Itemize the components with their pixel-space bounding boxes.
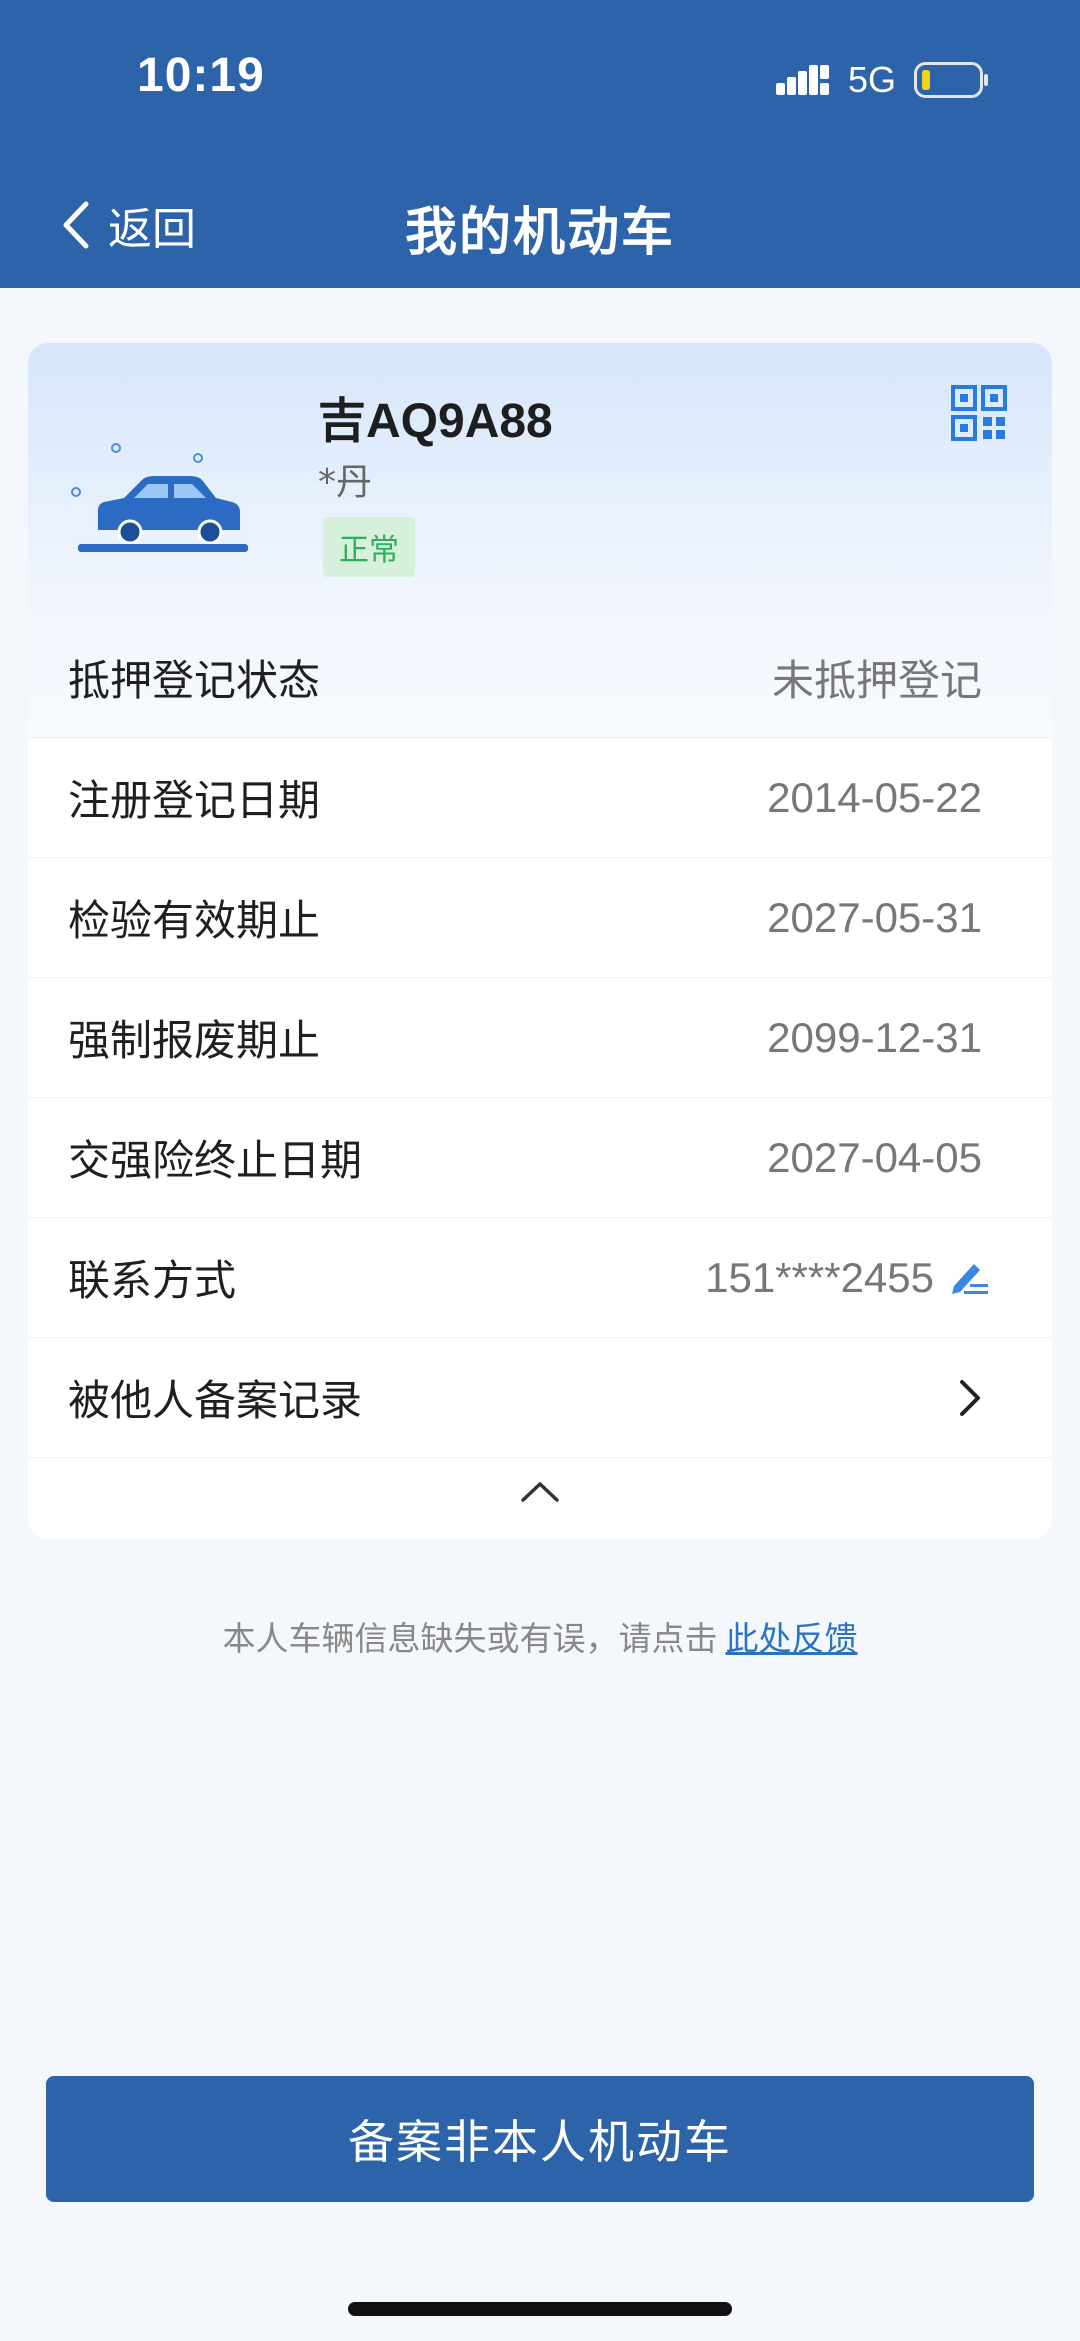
info-row-contact[interactable]: 联系方式 151****2455 [28,1218,1052,1338]
row-label: 检验有效期止 [68,896,321,945]
chevron-up-icon [521,1482,559,1502]
row-label: 交强险终止日期 [68,1136,363,1185]
chevron-right-icon [960,1379,980,1416]
info-row-scrap-deadline: 强制报废期止 2099-12-31 [28,978,1052,1098]
back-label: 返回 [108,204,196,255]
info-row-insurance-end: 交强险终止日期 2027-04-05 [28,1098,1052,1218]
row-value: 151****2455 [705,1253,934,1301]
signal-icon [775,65,829,95]
row-label: 注册登记日期 [68,776,321,825]
home-indicator [348,2302,732,2316]
owner-name: *丹 [318,462,373,503]
row-label: 联系方式 [68,1256,237,1305]
qr-code-icon[interactable] [951,385,1007,441]
row-value: 2099-12-31 [767,1013,982,1061]
car-icon [71,443,248,552]
info-list: 抵押登记状态 未抵押登记 注册登记日期 2014-05-22 检验有效期止 20… [28,618,1052,1526]
back-button[interactable]: 返回 [60,195,196,255]
vehicle-card: 吉AQ9A88 *丹 正常 抵押登记状态 未抵押登记 注册登记日期 2014-0… [28,343,1052,1539]
status-indicators: 5G [775,58,990,102]
row-label: 强制报废期止 [68,1016,321,1065]
feedback-link[interactable]: 此处反馈 [726,1619,858,1658]
row-value: 2027-04-05 [767,1133,982,1181]
contact-value-group: 151****2455 [705,1254,992,1302]
collapse-button[interactable] [28,1458,1052,1526]
network-label: 5G [847,59,896,100]
row-value: 2014-05-22 [767,773,982,821]
row-label: 抵押登记状态 [68,656,321,705]
vehicle-summary: 吉AQ9A88 *丹 正常 [28,343,1052,619]
register-other-vehicle-button[interactable]: 备案非本人机动车 [46,2076,1034,2202]
app-header: 10:19 5G 我的机动车 返回 [0,0,1080,288]
row-value: 未抵押登记 [771,656,982,705]
feedback-text: 本人车辆信息缺失或有误，请点击 此处反馈 [0,1612,1080,1660]
row-value: 2027-05-31 [767,893,982,941]
info-row-mortgage: 抵押登记状态 未抵押登记 [28,618,1052,738]
status-time: 10:19 [137,49,265,102]
info-row-registration-date: 注册登记日期 2014-05-22 [28,738,1052,858]
info-row-filing-records[interactable]: 被他人备案记录 [28,1338,1052,1458]
edit-icon[interactable] [948,1258,992,1298]
info-row-inspection-expiry: 检验有效期止 2027-05-31 [28,858,1052,978]
license-plate: 吉AQ9A88 [318,395,553,448]
row-label: 被他人备案记录 [68,1376,363,1425]
feedback-message: 本人车辆信息缺失或有误，请点击 [222,1619,718,1658]
chevron-left-icon [63,201,89,249]
status-badge: 正常 [323,517,415,577]
battery-icon [914,62,988,98]
